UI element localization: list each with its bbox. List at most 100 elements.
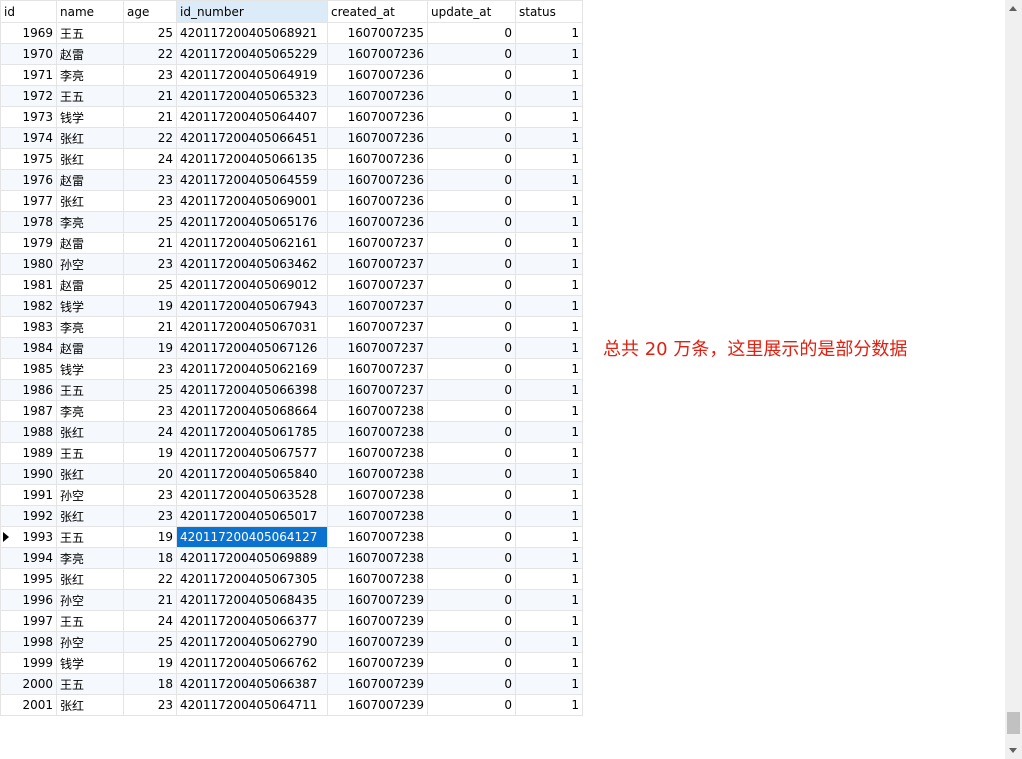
cell-created-at[interactable]: 1607007239 [327,652,428,674]
cell-id-number[interactable]: 420117200405066135 [176,148,328,170]
table-row[interactable]: 1971 李亮 23 420117200405064919 1607007236 0 1 [0,64,583,86]
cell-name[interactable]: 李亮 [56,211,124,233]
cell-update-at[interactable]: 0 [427,421,516,443]
scrollbar-thumb[interactable] [1007,712,1020,734]
cell-status[interactable]: 1 [515,484,583,506]
cell-name[interactable]: 张红 [56,463,124,485]
column-header-name[interactable]: name [56,0,124,23]
column-header-update-at[interactable]: update_at [427,0,516,23]
cell-update-at[interactable]: 0 [427,64,516,86]
cell-id[interactable]: 1994 [0,547,57,569]
cell-status[interactable]: 1 [515,379,583,401]
cell-status[interactable]: 1 [515,22,583,44]
cell-id[interactable]: 1988 [0,421,57,443]
cell-id[interactable]: 1973 [0,106,57,128]
cell-age[interactable]: 18 [123,673,177,695]
cell-name[interactable]: 钱学 [56,295,124,317]
cell-update-at[interactable]: 0 [427,589,516,611]
cell-id[interactable]: 1981 [0,274,57,296]
cell-created-at[interactable]: 1607007236 [327,190,428,212]
cell-id-number[interactable]: 420117200405066451 [176,127,328,149]
table-row[interactable]: 1986 王五 25 420117200405066398 1607007237 0 1 [0,379,583,401]
cell-age[interactable]: 19 [123,652,177,674]
cell-id[interactable]: 1972 [0,85,57,107]
table-row[interactable]: 1976 赵雷 23 420117200405064559 1607007236 0 1 [0,169,583,191]
cell-id[interactable]: 2001 [0,694,57,716]
cell-name[interactable]: 张红 [56,190,124,212]
cell-age[interactable]: 25 [123,631,177,653]
cell-name[interactable]: 钱学 [56,358,124,380]
cell-name[interactable]: 王五 [56,673,124,695]
cell-age[interactable]: 24 [123,148,177,170]
cell-update-at[interactable]: 0 [427,295,516,317]
cell-created-at[interactable]: 1607007237 [327,274,428,296]
cell-created-at[interactable]: 1607007238 [327,547,428,569]
cell-status[interactable]: 1 [515,568,583,590]
cell-name[interactable]: 张红 [56,148,124,170]
cell-id[interactable]: 1991 [0,484,57,506]
cell-name[interactable]: 李亮 [56,400,124,422]
cell-age[interactable]: 23 [123,253,177,275]
cell-status[interactable]: 1 [515,337,583,359]
table-row[interactable]: 1985 钱学 23 420117200405062169 1607007237 0 1 [0,358,583,380]
table-row[interactable]: 1970 赵雷 22 420117200405065229 1607007236 0 1 [0,43,583,65]
table-row[interactable]: 1975 张红 24 420117200405066135 1607007236 0 1 [0,148,583,170]
cell-id[interactable]: 1983 [0,316,57,338]
cell-id-number[interactable]: 420117200405066398 [176,379,328,401]
cell-age[interactable]: 25 [123,274,177,296]
cell-age[interactable]: 25 [123,379,177,401]
cell-name[interactable]: 钱学 [56,652,124,674]
cell-id[interactable]: 1974 [0,127,57,149]
cell-id-number[interactable]: 420117200405062161 [176,232,328,254]
cell-id-number[interactable]: 420117200405068435 [176,589,328,611]
cell-id-number[interactable]: 420117200405069889 [176,547,328,569]
cell-update-at[interactable]: 0 [427,85,516,107]
cell-age[interactable]: 22 [123,43,177,65]
cell-status[interactable]: 1 [515,610,583,632]
cell-created-at[interactable]: 1607007236 [327,43,428,65]
cell-age[interactable]: 23 [123,505,177,527]
cell-name[interactable]: 张红 [56,421,124,443]
cell-created-at[interactable]: 1607007236 [327,106,428,128]
cell-status[interactable]: 1 [515,316,583,338]
table-row[interactable]: 1996 孙空 21 420117200405068435 1607007239 0 1 [0,589,583,611]
cell-name[interactable]: 赵雷 [56,337,124,359]
cell-status[interactable]: 1 [515,442,583,464]
cell-status[interactable]: 1 [515,274,583,296]
cell-age[interactable]: 23 [123,400,177,422]
cell-created-at[interactable]: 1607007237 [327,337,428,359]
cell-name[interactable]: 孙空 [56,253,124,275]
cell-age[interactable]: 25 [123,22,177,44]
cell-status[interactable]: 1 [515,673,583,695]
cell-status[interactable]: 1 [515,400,583,422]
cell-update-at[interactable]: 0 [427,169,516,191]
table-row[interactable]: 1995 张红 22 420117200405067305 1607007238 0 1 [0,568,583,590]
table-row[interactable]: 1981 赵雷 25 420117200405069012 1607007237 0 1 [0,274,583,296]
table-row[interactable]: 2001 张红 23 420117200405064711 1607007239 0 1 [0,694,583,716]
cell-created-at[interactable]: 1607007237 [327,316,428,338]
cell-age[interactable]: 19 [123,442,177,464]
cell-id[interactable]: 1977 [0,190,57,212]
table-row[interactable]: 2000 王五 18 420117200405066387 1607007239 0 1 [0,673,583,695]
cell-age[interactable]: 19 [123,337,177,359]
table-row[interactable]: 1991 孙空 23 420117200405063528 1607007238 0 1 [0,484,583,506]
cell-age[interactable]: 23 [123,358,177,380]
cell-age[interactable]: 21 [123,316,177,338]
cell-update-at[interactable]: 0 [427,43,516,65]
cell-created-at[interactable]: 1607007238 [327,526,428,548]
cell-update-at[interactable]: 0 [427,379,516,401]
column-header-id-number[interactable]: id_number [176,0,328,23]
cell-created-at[interactable]: 1607007239 [327,610,428,632]
cell-id-number[interactable]: 420117200405066377 [176,610,328,632]
cell-update-at[interactable]: 0 [427,484,516,506]
cell-status[interactable]: 1 [515,505,583,527]
arrow-down-icon[interactable] [1009,748,1017,753]
cell-name[interactable]: 赵雷 [56,43,124,65]
table-row[interactable]: 1993 王五 19 420117200405064127 1607007238 0 1 [0,526,583,548]
cell-id-number[interactable]: 420117200405067577 [176,442,328,464]
cell-id-number[interactable]: 420117200405069001 [176,190,328,212]
table-row[interactable]: 1972 王五 21 420117200405065323 1607007236 0 1 [0,85,583,107]
cell-created-at[interactable]: 1607007238 [327,421,428,443]
cell-id-number[interactable]: 420117200405064407 [176,106,328,128]
cell-name[interactable]: 张红 [56,505,124,527]
